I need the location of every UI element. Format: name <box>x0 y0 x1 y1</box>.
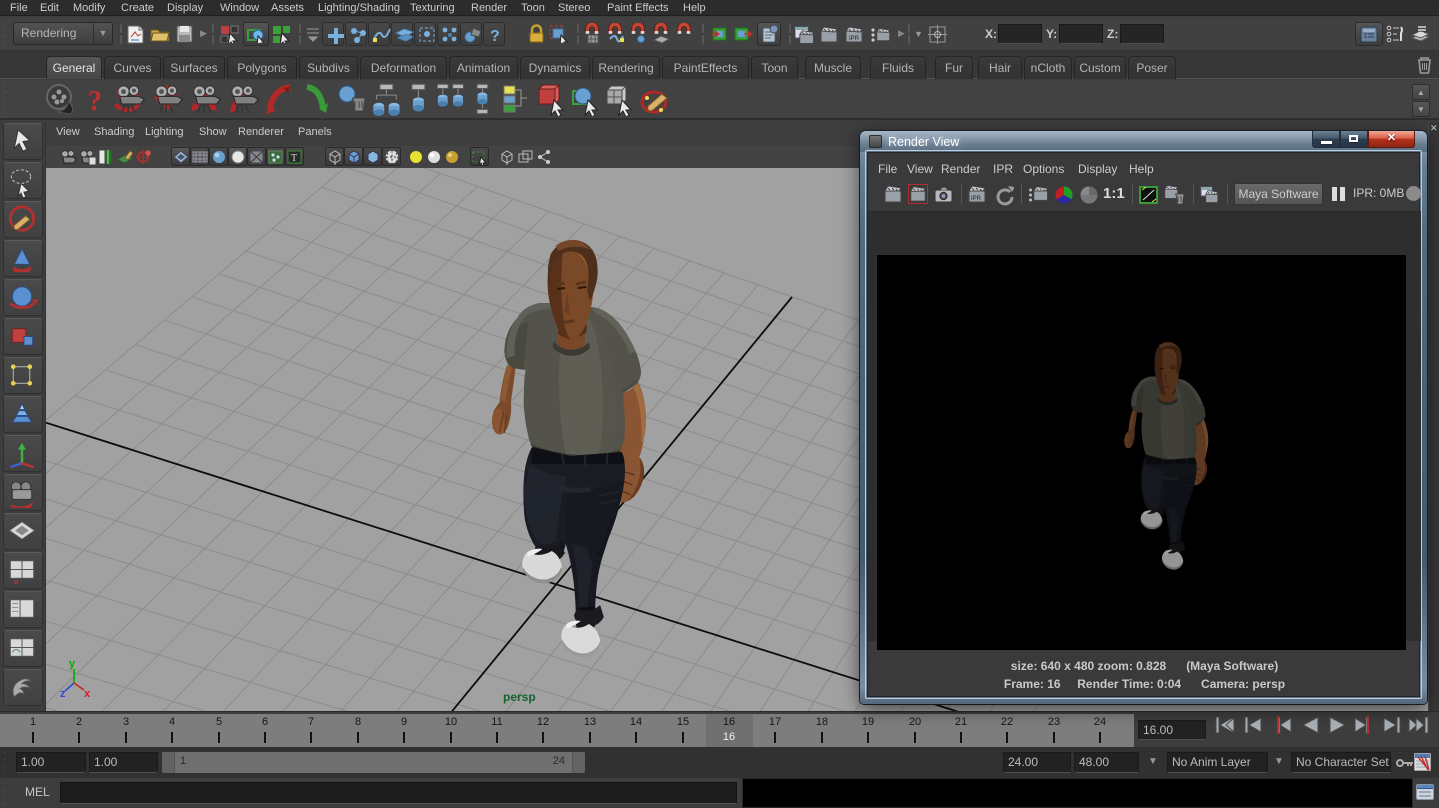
svg-text:?: ? <box>490 28 500 44</box>
svg-text:IPR: IPR <box>849 36 860 42</box>
svg-text:persp: persp <box>503 690 536 704</box>
svg-text:y: y <box>69 658 76 670</box>
svg-text:?: ? <box>88 86 102 116</box>
svg-text:z: z <box>60 688 66 700</box>
svg-text:IPR: IPR <box>971 196 982 202</box>
svg-text:x: x <box>84 688 91 700</box>
svg-text:T: T <box>291 153 297 164</box>
